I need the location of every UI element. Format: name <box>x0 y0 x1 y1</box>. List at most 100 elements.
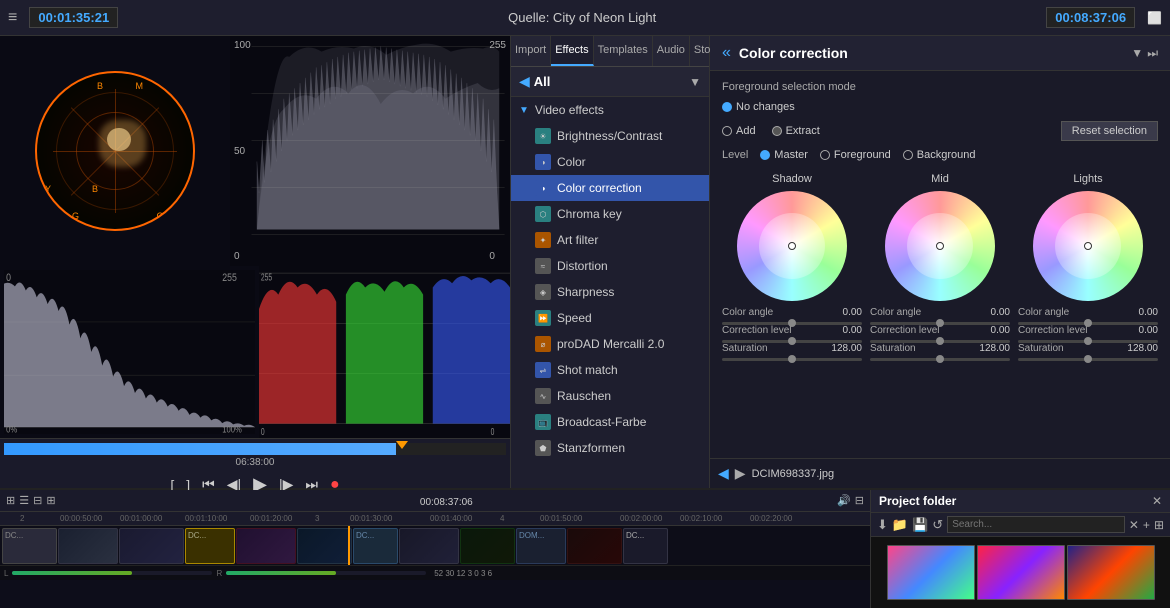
lights-saturation-label: Saturation <box>1018 343 1064 354</box>
pf-folder-icon[interactable]: 📁 <box>892 517 908 533</box>
pf-search-input[interactable] <box>947 516 1125 533</box>
cc-skip-button[interactable]: ⏭ <box>1147 46 1158 61</box>
timeline-expand-button[interactable]: ⊞ <box>46 494 55 507</box>
timeline-time-display: 00:08:37:06 <box>420 497 473 508</box>
mid-correction-label: Correction level <box>870 325 939 336</box>
timeline-volume-button[interactable]: 🔊 <box>837 494 851 507</box>
lights-color-angle-slider[interactable] <box>1018 322 1158 325</box>
lights-correction-slider[interactable] <box>1018 340 1158 343</box>
pf-download-icon[interactable]: ⬇ <box>877 517 888 533</box>
shadow-correction-value: 0.00 <box>843 325 862 336</box>
level-background-label: Background <box>917 149 976 161</box>
level-label: Level <box>722 149 748 161</box>
cc-fg-selection-label: Foreground selection mode <box>722 81 1158 93</box>
mid-wheel-dot[interactable] <box>936 242 944 250</box>
timeline-list-button[interactable]: ☰ <box>19 494 29 507</box>
effect-sharpness-icon: ◈ <box>535 284 551 300</box>
pf-close-search-icon[interactable]: ✕ <box>1129 518 1139 532</box>
effects-dropdown-icon[interactable]: ▼ <box>689 75 701 89</box>
radio-add[interactable]: Add <box>722 125 756 137</box>
lights-color-wheel[interactable] <box>1033 191 1143 301</box>
track-clip-7: DC... <box>353 528 398 564</box>
thumbnail-1[interactable] <box>887 545 975 600</box>
lights-saturation-slider[interactable] <box>1018 358 1158 361</box>
effect-art-filter[interactable]: ✦ Art filter <box>511 227 709 253</box>
reset-selection-button[interactable]: Reset selection <box>1061 121 1158 141</box>
histogram: 0 255 0% 100% <box>0 266 259 438</box>
effect-broadcast-farbe[interactable]: 📺 Broadcast-Farbe <box>511 409 709 435</box>
radio-add-indicator <box>722 126 732 136</box>
project-folder-close-button[interactable]: ✕ <box>1152 494 1162 508</box>
tab-audio[interactable]: Audio <box>653 36 690 66</box>
mid-wheel-container: Mid Color angle 0.00 Correction level 0.… <box>870 173 1010 361</box>
effects-nav-label: All <box>534 74 685 89</box>
effect-rauschen[interactable]: ∿ Rauschen <box>511 383 709 409</box>
radio-no-changes[interactable]: No changes <box>722 101 795 113</box>
mid-saturation-value: 128.00 <box>979 343 1010 354</box>
effect-broadcast-farbe-icon: 📺 <box>535 414 551 430</box>
effects-back-arrow[interactable]: ◀ <box>519 73 530 90</box>
effect-stanzformen[interactable]: ⬟ Stanzformen <box>511 435 709 461</box>
mid-color-wheel[interactable] <box>885 191 995 301</box>
effects-nav: ◀ All ▼ <box>511 67 709 97</box>
lights-color-angle-row: Color angle 0.00 <box>1018 307 1158 318</box>
effect-distortion[interactable]: ≈ Distortion <box>511 253 709 279</box>
level-foreground[interactable]: Foreground <box>820 149 891 161</box>
fullscreen-button[interactable]: ⬜ <box>1147 11 1162 25</box>
histogram-svg: 0 255 0% 100% <box>4 270 255 434</box>
shadow-correction-slider[interactable] <box>722 340 862 343</box>
timeline-grid-button[interactable]: ⊞ <box>6 494 15 507</box>
cc-back-button[interactable]: « <box>722 44 731 62</box>
cc-dropdown-button[interactable]: ▼ <box>1131 46 1143 61</box>
lights-wheel-dot[interactable] <box>1084 242 1092 250</box>
effect-speed[interactable]: ⏩ Speed <box>511 305 709 331</box>
waveform-labels-left: 100 50 0 <box>234 36 251 266</box>
effect-distortion-icon: ≈ <box>535 258 551 274</box>
effect-art-filter-icon: ✦ <box>535 232 551 248</box>
timeline-playhead-time: 00:08:37:06 <box>60 494 834 508</box>
thumbnail-2[interactable] <box>977 545 1065 600</box>
vectorscope: HD B M Y B G C <box>0 36 230 266</box>
pf-rotate-icon[interactable]: ↺ <box>932 517 943 533</box>
pf-save-icon[interactable]: 💾 <box>912 517 928 533</box>
timeline-container: ⊞ ☰ ⊟ ⊞ 00:08:37:06 🔊 ⊟ 2 00:00:50:00 00… <box>0 490 870 608</box>
nav-back-button[interactable]: ◀ <box>718 465 729 482</box>
progress-bar[interactable] <box>4 443 506 455</box>
nav-forward-button[interactable]: ▶ <box>735 465 746 482</box>
effect-shot-match[interactable]: ⇌ Shot match <box>511 357 709 383</box>
menu-icon[interactable]: ≡ <box>8 9 17 27</box>
effect-chroma-key[interactable]: ⬡ Chroma key <box>511 201 709 227</box>
effect-distortion-label: Distortion <box>557 259 608 273</box>
effect-brightness-contrast[interactable]: ☀ Brightness/Contrast <box>511 123 709 149</box>
parade-waveform: 255 0 0 <box>259 266 510 438</box>
lights-correction-value: 0.00 <box>1139 325 1158 336</box>
shadow-color-angle-slider[interactable] <box>722 322 862 325</box>
thumbnail-3[interactable] <box>1067 545 1155 600</box>
shadow-color-wheel[interactable] <box>737 191 847 301</box>
timecode-right[interactable]: 00:08:37:06 <box>1046 7 1135 28</box>
shadow-saturation-slider[interactable] <box>722 358 862 361</box>
level-background[interactable]: Background <box>903 149 976 161</box>
effect-sharpness[interactable]: ◈ Sharpness <box>511 279 709 305</box>
mid-saturation-slider[interactable] <box>870 358 1010 361</box>
effect-prodad[interactable]: ⌀ proDAD Mercalli 2.0 <box>511 331 709 357</box>
pf-grid-view-icon[interactable]: ⊞ <box>1154 518 1164 532</box>
mid-correction-slider[interactable] <box>870 340 1010 343</box>
tab-templates[interactable]: Templates <box>594 36 653 66</box>
effect-shot-match-label: Shot match <box>557 363 618 377</box>
timeline-settings-button[interactable]: ⊟ <box>855 494 864 507</box>
shadow-wheel-dot[interactable] <box>788 242 796 250</box>
effects-group-video[interactable]: ▼ Video effects <box>511 97 709 123</box>
mid-saturation-thumb <box>936 355 944 363</box>
pf-add-icon[interactable]: + <box>1143 518 1150 532</box>
tab-effects[interactable]: Effects <box>551 36 593 66</box>
effect-color-correction[interactable]: ◑ Color correction <box>511 175 709 201</box>
effect-color[interactable]: ◑ Color <box>511 149 709 175</box>
level-master[interactable]: Master <box>760 149 808 161</box>
project-folder-content <box>871 537 1170 608</box>
timecode-left[interactable]: 00:01:35:21 <box>29 7 118 28</box>
timeline-split-button[interactable]: ⊟ <box>33 494 42 507</box>
mid-color-angle-slider[interactable] <box>870 322 1010 325</box>
tab-import[interactable]: Import <box>511 36 551 66</box>
effects-scroll[interactable]: ▼ Video effects ☀ Brightness/Contrast ◑ … <box>511 97 709 488</box>
